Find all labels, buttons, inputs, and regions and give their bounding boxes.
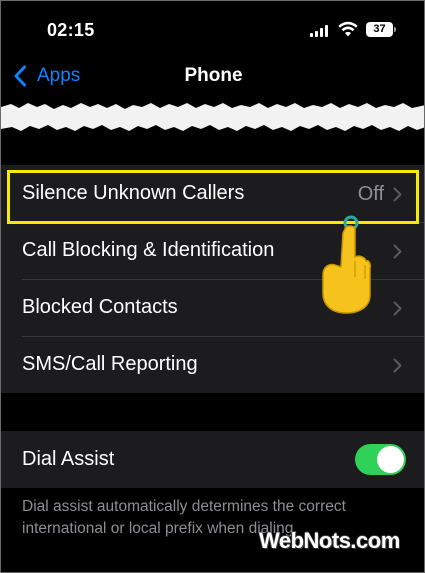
battery-icon: 37 — [366, 22, 396, 37]
row-label: Call Blocking & Identification — [22, 239, 275, 261]
battery-level: 37 — [366, 22, 393, 37]
row-label: Dial Assist — [22, 448, 115, 470]
dial-assist-toggle[interactable] — [355, 444, 406, 475]
dial-assist-group: Dial Assist — [1, 431, 424, 488]
row-label: SMS/Call Reporting — [22, 353, 198, 375]
screen: 02:15 37 Apps Phone Silence Unknown Call… — [0, 0, 425, 573]
chevron-right-icon — [393, 244, 402, 259]
chevron-right-icon — [393, 358, 402, 373]
dial-assist-row: Dial Assist — [1, 431, 424, 488]
cellular-signal-icon — [310, 25, 332, 37]
row-label: Blocked Contacts — [22, 296, 178, 318]
navigation-bar: Apps Phone — [1, 55, 424, 100]
toggle-knob — [377, 446, 404, 473]
wifi-icon — [338, 21, 358, 37]
status-time: 02:15 — [47, 20, 95, 40]
sms-call-reporting-row[interactable]: SMS/Call Reporting — [1, 336, 424, 393]
watermark-logo: WebNots.com — [259, 528, 400, 553]
torn-paper-divider — [1, 103, 424, 131]
status-bar: 02:15 37 — [1, 1, 424, 55]
page-title: Phone — [184, 65, 243, 86]
chevron-right-icon — [393, 301, 402, 316]
pointing-hand-icon — [322, 215, 371, 314]
